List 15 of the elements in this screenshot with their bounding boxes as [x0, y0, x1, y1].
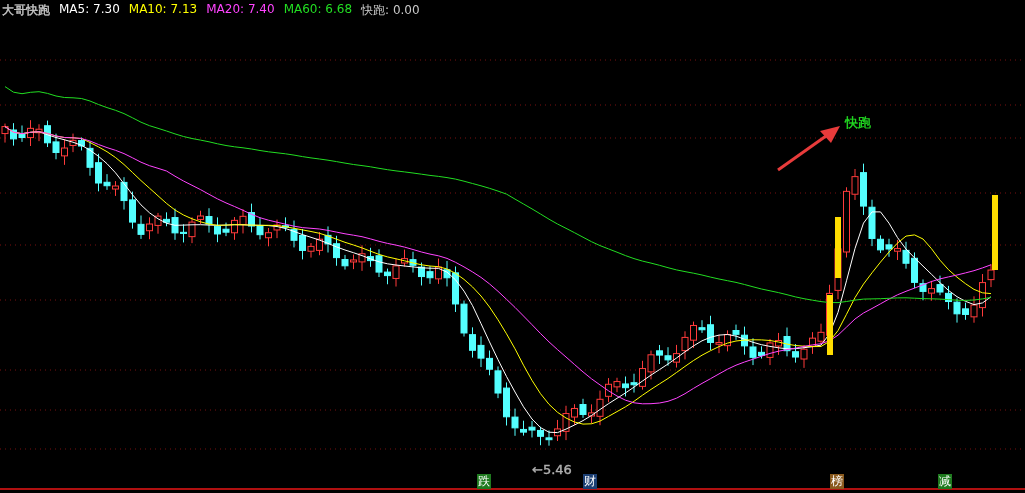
legend-item: MA60: 6.68 — [283, 2, 353, 18]
legend-item: MA5: 7.30 — [59, 2, 120, 18]
signal-bar — [827, 295, 833, 355]
legend-item: 大哥快跑 — [2, 2, 50, 19]
legend-item: MA10: 7.13 — [128, 2, 198, 18]
arrow — [777, 126, 840, 172]
signal-tag: 减 — [938, 474, 952, 489]
legend-item: 快跑: 0.00 — [361, 2, 420, 19]
signal-tag: 财 — [583, 474, 597, 489]
signal-tag: 跌 — [477, 474, 491, 489]
low-price-label: ←5.46 — [532, 462, 572, 477]
signal-bar — [835, 217, 841, 278]
legend-item: MA20: 7.40 — [206, 2, 275, 18]
signal-tag: 榜 — [830, 474, 844, 489]
annotation-label: 快跑 — [845, 114, 871, 132]
